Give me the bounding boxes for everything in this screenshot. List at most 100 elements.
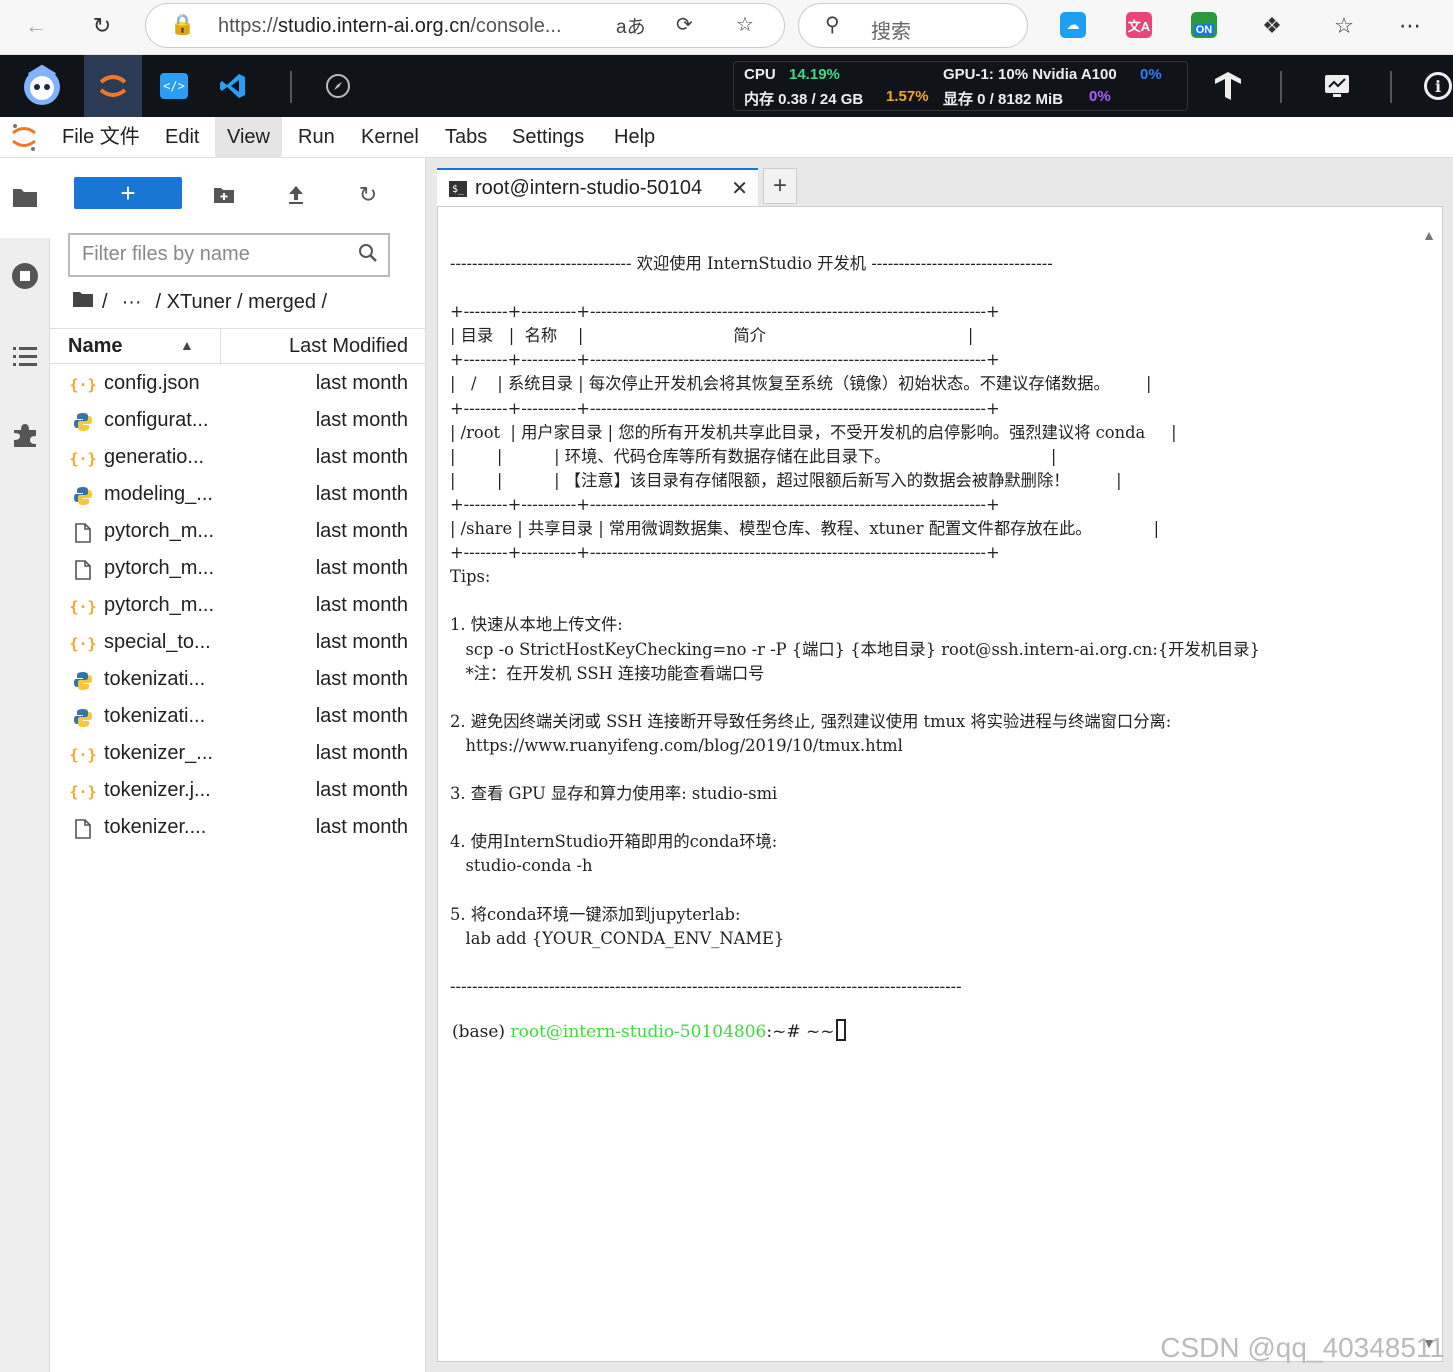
read-aloud-icon[interactable]: aあ [616, 12, 646, 39]
search-placeholder: 搜索 [871, 21, 911, 43]
file-row[interactable]: {·} tokenizer.j... last month [50, 773, 426, 810]
name-column-header[interactable]: Name [68, 335, 122, 358]
compass-tab-icon[interactable] [314, 55, 362, 117]
menu-tabs[interactable]: Tabs [433, 117, 499, 158]
edge-icon[interactable]: ⟳ [676, 12, 693, 37]
menu-settings[interactable]: Settings [500, 117, 596, 158]
jupyter-tab-icon[interactable] [84, 55, 142, 117]
menu-view[interactable]: View [215, 117, 282, 158]
extensions-puzzle-icon[interactable]: ❖ [1254, 8, 1290, 44]
file-name: config.json [104, 372, 200, 394]
running-sessions-icon[interactable] [10, 261, 40, 291]
vram-value: 0% [1089, 88, 1111, 105]
file-row[interactable]: {·} tokenizer_... last month [50, 736, 426, 773]
breadcrumb-path[interactable]: / XTuner / merged / [156, 291, 328, 314]
file-modified: last month [315, 742, 408, 764]
cloud-extension-icon[interactable]: ☁ [1060, 12, 1086, 38]
json-file-icon: {·} [69, 376, 97, 394]
file-name: tokenizer.... [104, 816, 207, 838]
terminal-icon: $_ [449, 181, 467, 197]
close-icon[interactable]: ✕ [731, 176, 748, 201]
site-info-icon[interactable]: 🔒 [170, 12, 195, 37]
jupyter-logo-icon [10, 122, 38, 157]
file-modified: last month [315, 372, 408, 394]
python-file-icon [72, 411, 94, 433]
file-row[interactable]: tokenizati... last month [50, 662, 426, 699]
gpu-label: GPU-1: 10% Nvidia A100 [943, 66, 1117, 83]
file-row[interactable]: tokenizer.... last month [50, 810, 426, 847]
upload-icon[interactable] [281, 180, 311, 210]
favorite-star-icon[interactable]: ☆ [736, 12, 754, 37]
last-modified-column-header[interactable]: Last Modified [289, 335, 408, 358]
memory-value: 1.57% [886, 88, 929, 105]
code-server-tab-icon[interactable]: </> [150, 55, 198, 117]
file-name: special_to... [104, 631, 211, 653]
file-row[interactable]: pytorch_m... last month [50, 514, 426, 551]
menu-run[interactable]: Run [286, 117, 347, 158]
browser-search-box[interactable]: ⚲ 搜索 [798, 3, 1028, 48]
refresh-icon[interactable]: ↻ [84, 8, 120, 44]
menu-help[interactable]: Help [602, 117, 667, 158]
breadcrumb-ellipsis[interactable]: ··· [122, 291, 142, 314]
browser-toolbar: ← ↻ 🔒 https://studio.intern-ai.org.cn/co… [0, 0, 1453, 55]
file-row[interactable]: {·} config.json last month [50, 366, 426, 403]
main-dock-area: $_ root@intern-studio-50104 ✕ + --------… [426, 158, 1453, 1372]
folder-icon[interactable] [10, 182, 40, 212]
monitor-icon[interactable] [1314, 55, 1360, 117]
file-name: tokenizer.j... [104, 779, 211, 801]
studio-header: </> CPU 14.19% 内存 0.38 / 24 GB 1.57% GPU… [0, 55, 1453, 117]
more-menu-icon[interactable]: ⋯ [1392, 8, 1428, 44]
file-list: {·} config.json last month configurat... las… [50, 366, 426, 847]
cpu-value: 14.19% [789, 66, 840, 83]
refresh-files-icon[interactable]: ↻ [353, 180, 383, 210]
file-modified: last month [315, 557, 408, 579]
file-row[interactable]: {·} generatio... last month [50, 440, 426, 477]
info-icon[interactable]: i [1424, 55, 1453, 117]
file-row[interactable]: modeling_... last month [50, 477, 426, 514]
jupyter-menubar: File 文件 Edit View Run Kernel Tabs Settings Help [0, 117, 1453, 158]
file-modified: last month [315, 816, 408, 838]
extension-manager-icon[interactable] [10, 420, 40, 450]
sort-ascending-icon[interactable]: ▲ [180, 337, 194, 353]
resource-metrics-panel: CPU 14.19% 内存 0.38 / 24 GB 1.57% GPU-1: … [733, 61, 1188, 111]
back-icon[interactable]: ← [18, 8, 54, 44]
file-name: configurat... [104, 409, 209, 431]
tensorflow-icon[interactable] [1206, 55, 1250, 117]
translate-extension-icon[interactable]: 文A [1126, 12, 1152, 38]
vscode-tab-icon[interactable] [208, 55, 258, 117]
home-folder-icon[interactable] [72, 290, 94, 314]
column-divider[interactable] [220, 329, 221, 365]
menu-edit[interactable]: Edit [153, 117, 211, 158]
filter-files-input[interactable] [82, 243, 342, 266]
file-modified: last month [315, 409, 408, 431]
terminal-view[interactable]: --------------------------------- 欢迎使用 I… [437, 206, 1443, 1362]
table-of-contents-icon[interactable] [10, 341, 40, 371]
cpu-label: CPU [744, 66, 776, 83]
new-launcher-button[interactable]: + [74, 177, 182, 209]
python-file-icon [72, 485, 94, 507]
json-file-icon: {·} [69, 635, 97, 653]
file-row[interactable]: configurat... last month [50, 403, 426, 440]
file-name: tokenizati... [104, 668, 206, 690]
menu-file[interactable]: File 文件 [50, 117, 152, 158]
file-row[interactable]: tokenizati... last month [50, 699, 426, 736]
file-name: tokenizer_... [104, 742, 213, 764]
new-folder-icon[interactable] [209, 180, 239, 210]
menu-kernel[interactable]: Kernel [349, 117, 431, 158]
file-filter-box[interactable] [68, 233, 390, 277]
scroll-up-arrow-icon[interactable]: ▲ [1422, 227, 1436, 243]
add-tab-button[interactable]: + [763, 168, 797, 204]
terminal-cursor [836, 1019, 847, 1041]
address-bar[interactable]: 🔒 https://studio.intern-ai.org.cn/consol… [145, 3, 785, 48]
tab-bar: $_ root@intern-studio-50104 ✕ + [426, 158, 1453, 206]
favorites-icon[interactable]: ☆ [1326, 8, 1362, 44]
on-extension-icon[interactable]: ON [1191, 12, 1217, 38]
breadcrumb-root[interactable]: / [102, 291, 108, 314]
intern-logo-icon[interactable] [12, 55, 72, 117]
tab-terminal[interactable]: $_ root@intern-studio-50104 ✕ [437, 168, 758, 206]
url-text[interactable]: https://studio.intern-ai.org.cn/console.… [218, 15, 562, 38]
file-row[interactable]: {·} pytorch_m... last month [50, 588, 426, 625]
file-row[interactable]: {·} special_to... last month [50, 625, 426, 662]
file-row[interactable]: pytorch_m... last month [50, 551, 426, 588]
terminal-prompt[interactable]: (base) root@intern-studio-50104806:~# ~~ [452, 1019, 847, 1042]
